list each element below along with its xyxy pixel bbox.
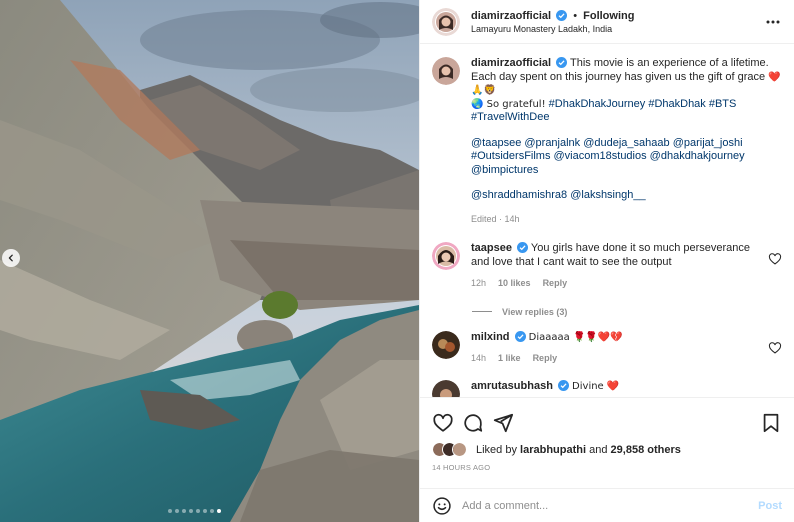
comment: milxind Diaaaaa 🌹🌹❤️💔 14h 1 like Reply: [420, 319, 794, 366]
more-options-button[interactable]: [764, 13, 782, 31]
post-sidebar: diamirzaofficial • Following Lamayuru Mo…: [419, 0, 794, 522]
author-avatar[interactable]: [432, 7, 460, 36]
comment-text: You girls have done it so much persevera…: [471, 242, 751, 268]
verified-icon: [557, 379, 569, 391]
comment-input[interactable]: [462, 499, 759, 512]
likes-user[interactable]: larabhupathi: [520, 444, 586, 456]
comment-username[interactable]: taapsee: [471, 242, 512, 254]
liker-avatar: [452, 442, 467, 457]
comment-time[interactable]: 14h: [471, 352, 486, 366]
caption-mentions[interactable]: @taapsee @pranjalnk @dudeja_sahaab @pari…: [471, 137, 782, 178]
separator-dot: •: [573, 9, 578, 22]
reply-button[interactable]: Reply: [543, 277, 568, 291]
caption-avatar[interactable]: [432, 57, 460, 85]
likes-text: Liked by larabhupathi and 29,858 others: [476, 444, 681, 456]
carousel-dot: [196, 509, 200, 513]
likes-others[interactable]: 29,858 others: [611, 444, 681, 456]
carousel-dot: [189, 509, 193, 513]
view-replies-button[interactable]: View replies (3): [472, 307, 794, 317]
author-username[interactable]: diamirzaofficial: [471, 10, 551, 22]
carousel-dot: [203, 509, 207, 513]
verified-icon: [517, 242, 529, 253]
heart-icon[interactable]: [768, 341, 782, 355]
save-button[interactable]: [760, 412, 782, 434]
carousel-dot: [210, 509, 214, 513]
comment-body: amrutasubhash Divine ❤️: [471, 368, 782, 398]
post-header-meta: diamirzaofficial • Following Lamayuru Mo…: [471, 9, 764, 34]
carousel-dot: [217, 509, 221, 513]
comment-meta: 14h 1 like Reply: [471, 352, 762, 366]
share-icon: [493, 413, 514, 433]
comment-time[interactable]: 12h: [471, 277, 486, 291]
carousel-dot: [182, 509, 186, 513]
comment-username[interactable]: milxind: [471, 331, 510, 343]
comment-meta: 12h 10 likes Reply: [471, 277, 762, 291]
post-time[interactable]: 14 HOURS AGO: [420, 457, 794, 472]
heart-icon: [433, 413, 453, 432]
following-button[interactable]: Following: [583, 10, 634, 22]
reply-button[interactable]: Reply: [533, 352, 558, 366]
likes-prefix: Liked by: [476, 443, 517, 456]
post-media[interactable]: [0, 0, 419, 522]
caption-username[interactable]: diamirzaofficial: [471, 57, 551, 69]
verified-icon: [514, 330, 526, 342]
comment-text: Diaaaaa 🌹🌹❤️💔: [528, 331, 623, 343]
comment: taapsee You girls have done it so much p…: [420, 230, 794, 291]
caption-line2: 🌏 So grateful!: [471, 98, 546, 110]
likes-summary: Liked by larabhupathi and 29,858 others: [420, 438, 794, 457]
chevron-left-icon: [8, 254, 13, 262]
comment-text: Divine ❤️: [572, 380, 620, 392]
verified-icon: [556, 57, 568, 68]
carousel-dot: [175, 509, 179, 513]
verified-icon: [556, 9, 568, 21]
post-location[interactable]: Lamayuru Monastery Ladakh, India: [471, 24, 764, 34]
post-header: diamirzaofficial • Following Lamayuru Mo…: [420, 0, 794, 44]
landscape-photo: [0, 0, 419, 522]
comment-icon: [464, 414, 483, 432]
view-replies-label: View replies (3): [502, 306, 568, 317]
comment-avatar[interactable]: [432, 330, 460, 359]
comment-body: taapsee You girls have done it so much p…: [471, 230, 762, 291]
comment: amrutasubhash Divine ❤️: [420, 368, 794, 398]
share-button[interactable]: [492, 412, 514, 434]
previous-slide-button[interactable]: [2, 249, 20, 267]
comment-avatar[interactable]: [432, 379, 460, 397]
comment-button[interactable]: [462, 412, 484, 434]
emoji-icon[interactable]: [432, 496, 452, 516]
carousel-indicator: [168, 509, 221, 513]
action-icons: [420, 398, 794, 438]
caption: diamirzaofficial This movie is an experi…: [420, 45, 794, 226]
post-actions: Liked by larabhupathi and 29,858 others …: [420, 397, 794, 472]
comment-likes[interactable]: 1 like: [498, 352, 521, 366]
replies-divider: [472, 311, 492, 312]
comment-username[interactable]: amrutasubhash: [471, 380, 553, 392]
post-comment-button[interactable]: Post: [758, 500, 782, 512]
caption-edited-time: Edited · 14h: [471, 213, 520, 224]
carousel-dot: [168, 509, 172, 513]
comments-scroll[interactable]: diamirzaofficial This movie is an experi…: [420, 45, 794, 397]
comment-avatar[interactable]: [432, 242, 460, 270]
more-icon: [766, 20, 780, 23]
caption-mentions-2[interactable]: @shraddhamishra8 @lakshsingh__: [471, 189, 782, 203]
comment-body: milxind Diaaaaa 🌹🌹❤️💔 14h 1 like Reply: [471, 319, 762, 366]
post-modal: diamirzaofficial • Following Lamayuru Mo…: [0, 0, 794, 522]
liker-avatars[interactable]: [432, 442, 467, 457]
like-button[interactable]: [432, 412, 454, 434]
likes-and: and: [589, 443, 608, 456]
bookmark-icon: [763, 413, 779, 433]
comment-composer: Post: [420, 488, 794, 522]
comment-likes[interactable]: 10 likes: [498, 277, 531, 291]
caption-body: diamirzaofficial This movie is an experi…: [471, 57, 782, 226]
heart-icon[interactable]: [768, 252, 782, 266]
